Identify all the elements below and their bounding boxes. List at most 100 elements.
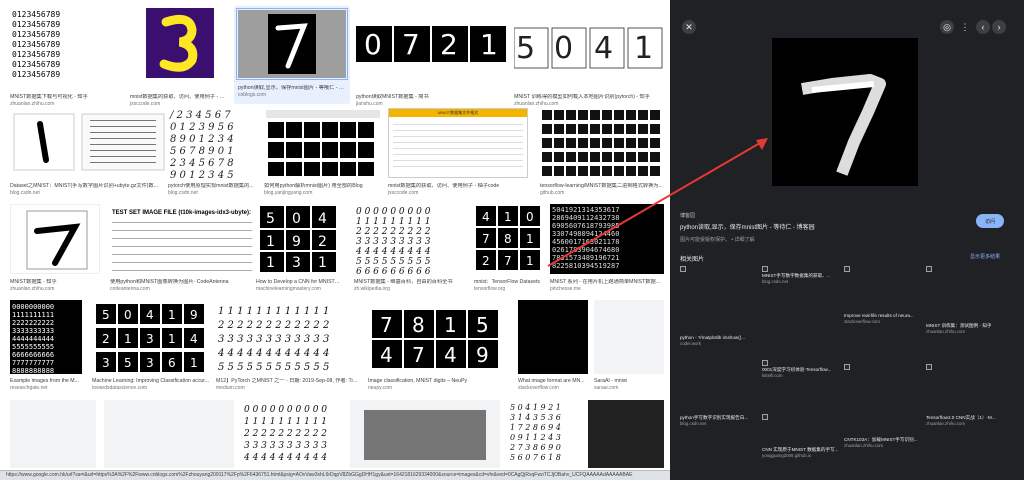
chevron-left-icon[interactable]: ‹: [976, 20, 990, 34]
related-item[interactable]: [844, 266, 920, 272]
preview-source[interactable]: 博客园: [680, 212, 695, 219]
visit-button[interactable]: 访问: [976, 214, 1004, 228]
result-card[interactable]: 0 0 0 0 0 0 0 0 0 0 1 1 1 1 1 1 1 1 1 1 …: [242, 400, 342, 468]
result-card[interactable]: 0 0 0 0 0 0 0 0 0 1 1 1 1 1 1 1 1 1 2 2 …: [354, 204, 464, 296]
related-item[interactable]: [926, 266, 1002, 272]
result-card[interactable]: 410 781 271 mnist：TensorFlow Datasets te…: [474, 204, 544, 296]
result-card[interactable]: TEST SET IMAGE FILE (t10k-images-idx3-ub…: [110, 204, 254, 296]
result-card[interactable]: 5041921314353617 2869409112432738 690560…: [550, 204, 664, 296]
result-card[interactable]: What image format are MN... stackoverflo…: [518, 300, 588, 396]
result-thumbnail[interactable]: [146, 8, 214, 78]
result-thumbnail[interactable]: [350, 400, 500, 468]
related-item[interactable]: python - ?/matplotlib imshow()... codei.w…: [680, 334, 756, 347]
related-item[interactable]: Tensorflow2.0 CNN实战（1）-M... zhuanlan.zhih…: [926, 414, 1002, 427]
result-caption[interactable]: MNIST 系列 - 在用片机上跑通简单MNIST数据集...: [550, 279, 664, 285]
result-thumbnail[interactable]: TEST SET IMAGE FILE (t10k-images-idx3-ub…: [110, 204, 254, 274]
result-thumbnail[interactable]: 0123456789 0123456789 0123456789 0123456…: [10, 8, 120, 78]
result-card[interactable]: 如何用python解析mnist图片) 用全部的Blog blog.yanjin…: [264, 108, 382, 200]
more-vert-icon[interactable]: ⋮: [958, 20, 972, 34]
result-card[interactable]: 0000000000 1111111111 2222222222 333333333…: [10, 300, 82, 396]
result-thumbnail[interactable]: 5041921314353617 2869409112432738 690560…: [550, 204, 664, 274]
result-thumbnail[interactable]: 0 0 0 0 0 0 0 0 0 1 1 1 1 1 1 1 1 1 2 2 …: [354, 204, 464, 274]
close-icon[interactable]: ✕: [682, 20, 696, 34]
result-card[interactable]: 5 0 4 1 9 2 13 1 4 3 5 3 6 1 7 2 8 6 9 4…: [508, 400, 582, 468]
result-caption[interactable]: Image classification, MNIST digits – Neu…: [368, 378, 508, 384]
result-caption[interactable]: pytorch使用原理实现mnist数据集的...: [168, 183, 256, 189]
result-card[interactable]: mnist数据集的获取、访问、使用例子 - 柚子... jxsccode.com: [130, 8, 230, 107]
result-card[interactable]: [588, 400, 664, 468]
result-thumbnail[interactable]: [104, 400, 234, 468]
result-card[interactable]: 0 7 2 1 python读取MNIST数据集 - 简书 jianshu.co…: [356, 8, 506, 107]
result-thumbnail[interactable]: [264, 108, 382, 178]
copyright-note[interactable]: 图片可能受版权保护。 • 详细了解: [680, 236, 755, 243]
related-item[interactable]: [680, 266, 756, 272]
result-caption[interactable]: mnist：TensorFlow Datasets: [474, 279, 544, 285]
result-caption[interactable]: MNIST数据集 - 知乎: [10, 279, 100, 285]
result-thumbnail[interactable]: 0000000000 1111111111 2222222222 333333333…: [10, 300, 82, 374]
result-caption[interactable]: MNIST数据集下载与可视化 - 知乎: [10, 94, 120, 100]
result-caption[interactable]: Dataset之MNIST：MNIST(手写数字图片识别+ubyte.gz文件)…: [10, 183, 166, 189]
related-item[interactable]: CNTK103A：加载MNIST手写识别... zhuanlan.zhihu.co…: [844, 436, 920, 449]
result-thumbnail[interactable]: 50419 21314 35361: [92, 300, 210, 374]
result-caption[interactable]: MNIST 训练得的模型如何载入本地图片识别(pytorch) - 知乎: [514, 94, 664, 100]
preview-image[interactable]: [772, 38, 918, 186]
result-card[interactable]: [104, 400, 234, 468]
result-card[interactable]: / 2 3 4 5 6 7 0 1 2 3 9 5 6 8 9 0 1 2 3 …: [168, 108, 256, 200]
result-card[interactable]: [350, 400, 500, 468]
result-card[interactable]: 1 1 1 1 1 1 1 1 1 1 1 1 2 2 2 2 2 2 2 2 …: [216, 300, 358, 396]
result-caption[interactable]: python读取,显示，保存mnist图片 - 等哦仁 - 博...: [238, 85, 346, 91]
result-thumbnail[interactable]: 5 0 4 1: [514, 8, 664, 78]
result-card-selected[interactable]: python读取,显示，保存mnist图片 - 等哦仁 - 博... cnblo…: [236, 8, 348, 102]
result-thumbnail[interactable]: [540, 108, 664, 178]
related-item[interactable]: python手写数字识别实现报告白... blog.csdn.net: [680, 414, 756, 427]
related-item[interactable]: CNN 实现原于MNIST 数据集的手写... yongguang2009.git…: [762, 446, 838, 459]
result-card[interactable]: SaraAI - mnist saraai.com: [594, 300, 664, 396]
result-thumbnail[interactable]: [10, 108, 166, 174]
lens-icon[interactable]: ◎: [940, 20, 954, 34]
result-thumbnail[interactable]: 410 781 271: [474, 204, 544, 274]
result-thumbnail[interactable]: [10, 204, 100, 274]
result-thumbnail[interactable]: / 2 3 4 5 6 7 0 1 2 3 9 5 6 8 9 0 1 2 3 …: [168, 108, 256, 178]
result-thumbnail[interactable]: 0 7 2 1: [356, 8, 506, 78]
related-item[interactable]: 0001深度学习初体验-Tensorflow... kittelli.com: [762, 360, 838, 379]
result-thumbnail[interactable]: 5 0 4 1 9 2 1 3 1: [256, 204, 340, 274]
result-card[interactable]: Dataset之MNIST：MNIST(手写数字图片识别+ubyte.gz文件)…: [10, 108, 166, 200]
result-caption[interactable]: 如何用python解析mnist图片) 用全部的Blog: [264, 183, 382, 189]
result-thumbnail[interactable]: MNIST数据集文件格式: [388, 108, 528, 178]
result-thumbnail[interactable]: 7815 4749: [368, 300, 508, 374]
result-card[interactable]: 50419 21314 35361 Machine Learning: Impr…: [92, 300, 210, 396]
related-item[interactable]: [844, 364, 920, 370]
result-thumbnail[interactable]: 5 0 4 1 9 2 13 1 4 3 5 3 6 1 7 2 8 6 9 4…: [508, 400, 582, 468]
result-caption[interactable]: What image format are MN...: [518, 378, 588, 384]
result-caption[interactable]: 使用python和MNIST图像转换为图片- CodeAntenna: [110, 279, 254, 285]
related-item[interactable]: MNIST 训练集：测试图例 - 知乎 zhuanlan.zhihu.com: [926, 322, 1002, 335]
related-item[interactable]: [926, 364, 1002, 370]
related-item[interactable]: MNIST手写数字数据集的获取、... blog.csdn.net: [762, 266, 838, 285]
result-thumbnail[interactable]: 1 1 1 1 1 1 1 1 1 1 1 1 2 2 2 2 2 2 2 2 …: [216, 300, 358, 374]
result-caption[interactable]: SaraAI - mnist: [594, 378, 664, 384]
result-caption[interactable]: Example images from the M...: [10, 378, 82, 384]
result-caption[interactable]: tensorflow-learning/MNIST数据集二进制格式转换为...: [540, 183, 664, 189]
result-card[interactable]: tensorflow-learning/MNIST数据集二进制格式转换为... …: [540, 108, 664, 200]
result-card[interactable]: 7815 4749 Image classification, MNIST di…: [368, 300, 508, 396]
result-caption[interactable]: mnist数据集的获取、访问、使用例子 - 柚子...: [130, 94, 230, 100]
result-thumbnail[interactable]: [518, 300, 588, 374]
result-card[interactable]: MNIST数据集文件格式 mnist数据集的获取、访问、使用例子 - 柚子cod…: [388, 108, 528, 200]
chevron-right-icon[interactable]: ›: [992, 20, 1006, 34]
result-card[interactable]: 0123456789 0123456789 0123456789 0123456…: [10, 8, 120, 107]
result-caption[interactable]: Machine Learning: Improving Classificati…: [92, 378, 210, 384]
result-caption[interactable]: M12】PyTorch 之MNIST 之一 - 日期: 2019-Sep-08,…: [216, 378, 358, 384]
result-thumbnail[interactable]: 0 0 0 0 0 0 0 0 0 0 1 1 1 1 1 1 1 1 1 1 …: [242, 400, 342, 468]
preview-title[interactable]: python读取,显示，保存mnist图片 - 等待仁 - 博客园: [680, 222, 815, 231]
related-item[interactable]: [762, 414, 838, 420]
result-caption[interactable]: How to Develop a CNN for MNIST Ha...: [256, 279, 340, 285]
result-caption[interactable]: MNIST数据集 - 维基百科，自由的百科全书: [354, 279, 464, 285]
result-thumbnail[interactable]: [588, 400, 664, 468]
result-caption[interactable]: mnist数据集的获取、访问、使用例子 - 柚子code: [388, 183, 528, 189]
result-card[interactable]: 5 0 4 1 9 2 1 3 1 How to Develop a CNN for MNI…: [256, 204, 340, 296]
result-card[interactable]: [10, 400, 96, 468]
related-item[interactable]: Improve real-life results of neura... sta…: [844, 312, 920, 325]
result-thumbnail[interactable]: [236, 8, 348, 80]
see-more-link[interactable]: 显示更多结果: [970, 253, 1000, 260]
result-card[interactable]: MNIST数据集 - 知乎 zhuanlan.zhihu.com: [10, 204, 100, 296]
